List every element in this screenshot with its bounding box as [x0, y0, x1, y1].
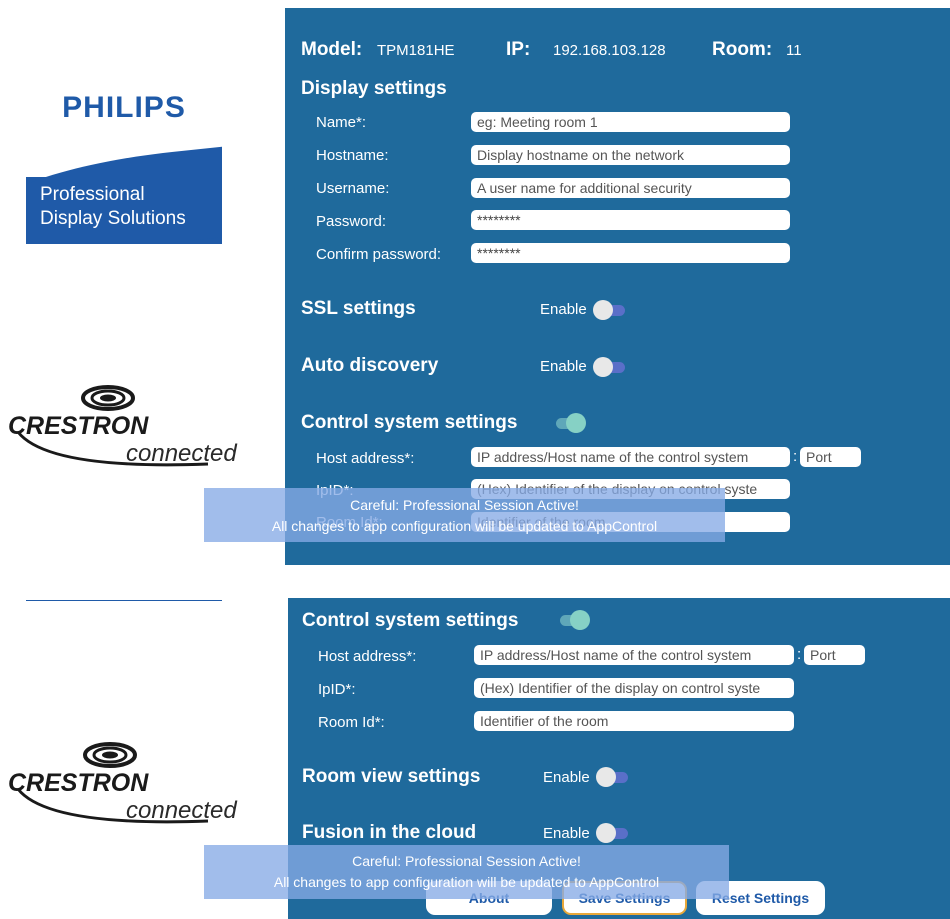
hostname-label: Hostname: [316, 147, 389, 164]
model-label: Model: [301, 39, 363, 60]
port-input[interactable] [800, 447, 861, 467]
room-view-enable-label: Enable [543, 769, 590, 786]
auto-discovery-toggle[interactable] [593, 357, 627, 377]
toggle-thumb [593, 357, 613, 377]
password-input[interactable] [471, 210, 790, 230]
toast-line-2: All changes to app configuration will be… [273, 874, 660, 890]
hostname-input[interactable] [471, 145, 790, 165]
settings-panel-top: Model: TPM181HE IP: 192.168.103.128 Room… [285, 8, 950, 565]
control-system-title: Control system settings [301, 412, 518, 433]
name-label: Name*: [316, 114, 367, 131]
host-port-separator: : [793, 448, 798, 465]
room-id-input[interactable] [474, 711, 794, 731]
crestron-connected-text: connected [126, 440, 237, 467]
port-input[interactable] [804, 645, 865, 665]
ssl-enable-toggle[interactable] [593, 300, 627, 320]
crestron-swirl-icon [83, 742, 137, 768]
username-input[interactable] [471, 178, 790, 198]
confirm-password-label: Confirm password: [316, 246, 442, 263]
room-view-title: Room view settings [302, 766, 481, 787]
philips-logo: PHILIPS Professional Display Solutions [26, 47, 222, 244]
toggle-thumb [596, 823, 616, 843]
philips-logo-subtitle-2: Display Solutions [40, 208, 186, 229]
auto-discovery-title: Auto discovery [301, 355, 439, 376]
ip-value: 192.168.103.128 [553, 42, 666, 59]
toast-line-2: All changes to app configuration will be… [271, 518, 658, 534]
toast-line-1: Careful: Professional Session Active! [350, 497, 579, 513]
control-system-toggle[interactable] [556, 610, 590, 630]
ipid-input[interactable] [474, 678, 794, 698]
toast-line-1: Careful: Professional Session Active! [352, 853, 581, 869]
control-system-title: Control system settings [302, 610, 519, 631]
toggle-thumb [570, 610, 590, 630]
logo-divider [26, 600, 222, 601]
ssl-settings-title: SSL settings [301, 298, 416, 319]
host-address-input[interactable] [471, 447, 790, 467]
username-label: Username: [316, 180, 390, 197]
password-label: Password: [316, 213, 387, 230]
room-view-toggle[interactable] [596, 767, 630, 787]
toggle-thumb [596, 767, 616, 787]
philips-logo-wordmark: PHILIPS [62, 91, 186, 124]
professional-session-toast: Careful: Professional Session Active! Al… [204, 845, 729, 899]
ipid-label: IpID*: [318, 681, 356, 698]
crestron-wordmark: CRESTRON [8, 769, 149, 797]
fusion-enable-label: Enable [543, 825, 590, 842]
room-value: 11 [786, 42, 802, 59]
model-value: TPM181HE [377, 42, 455, 59]
auto-discovery-enable-label: Enable [540, 358, 587, 375]
philips-logo-subtitle-1: Professional [40, 184, 145, 205]
crestron-connected-text: connected [126, 797, 237, 824]
host-port-separator: : [797, 646, 802, 663]
host-address-label: Host address*: [318, 648, 417, 665]
fusion-cloud-title: Fusion in the cloud [302, 822, 477, 843]
room-label: Room: [712, 39, 773, 60]
name-input[interactable] [471, 112, 790, 132]
crestron-logo-top: CRESTRON connected [8, 382, 248, 472]
ip-label: IP: [506, 39, 531, 60]
control-system-toggle[interactable] [552, 413, 586, 433]
crestron-swirl-icon [81, 385, 135, 411]
crestron-logo-bottom: CRESTRON connected [8, 739, 248, 829]
ssl-enable-label: Enable [540, 301, 587, 318]
professional-session-toast: Careful: Professional Session Active! Al… [204, 488, 725, 542]
toggle-thumb [566, 413, 586, 433]
display-settings-title: Display settings [301, 78, 447, 99]
crestron-wordmark: CRESTRON [8, 412, 149, 440]
host-address-label: Host address*: [316, 450, 415, 467]
host-address-input[interactable] [474, 645, 794, 665]
confirm-password-input[interactable] [471, 243, 790, 263]
toggle-thumb [593, 300, 613, 320]
room-id-label: Room Id*: [318, 714, 385, 731]
fusion-toggle[interactable] [596, 823, 630, 843]
